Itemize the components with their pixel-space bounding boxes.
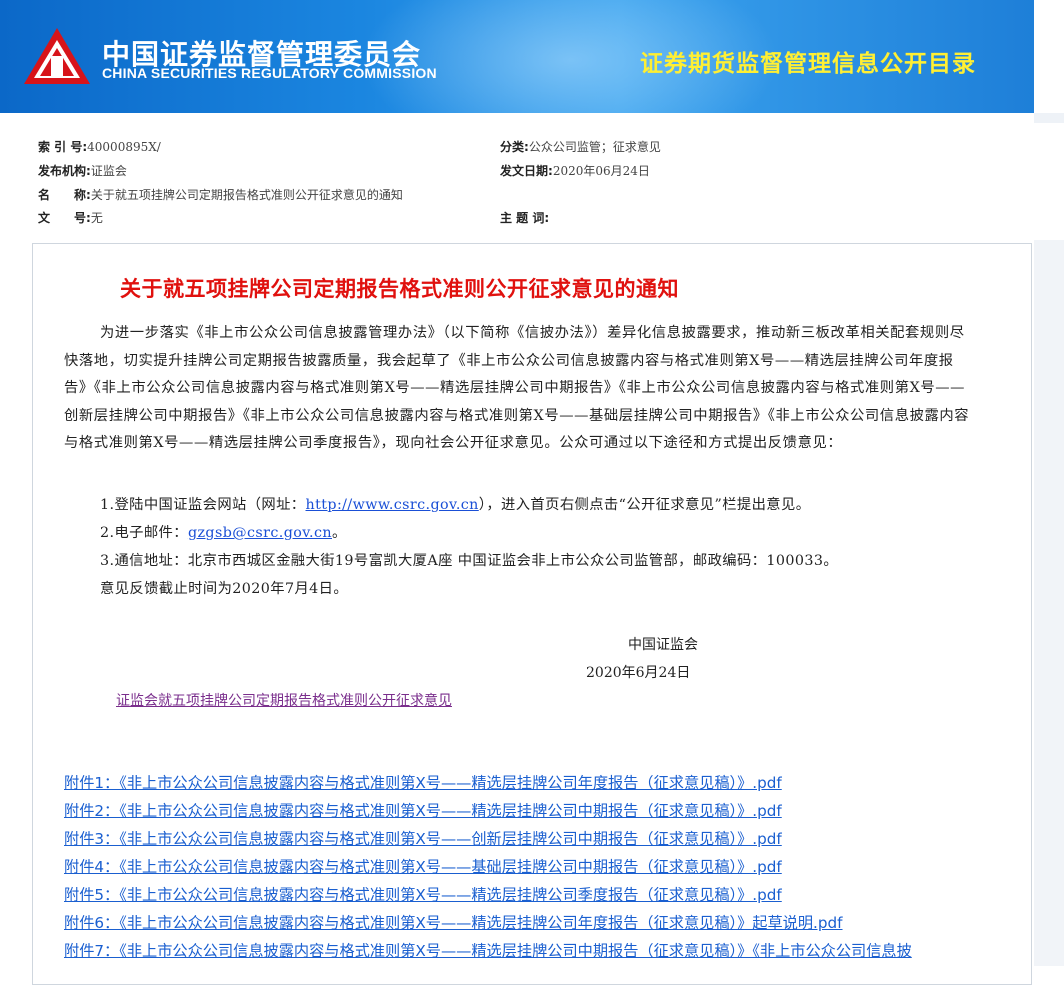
catalog-title: 证券期货监督管理信息公开目录 — [640, 51, 976, 77]
attachment-link-2[interactable]: 附件2：《非上市公众公司信息披露内容与格式准则第X号——精选层挂牌公司中期报告（… — [64, 799, 782, 821]
csrc-website-link[interactable]: http://www.csrc.gov.cn — [306, 497, 479, 513]
feedback-item-1-prefix: 1.登陆中国证监会网站（网址： — [100, 497, 306, 513]
feedback-item-2: 2.电子邮件：gzgsb@csrc.gov.cn。 — [100, 521, 347, 542]
meta-date-label: 发文日期: — [500, 164, 553, 178]
meta-date: 发文日期:2020年06月24日 — [500, 162, 650, 182]
side-strip-top — [1034, 113, 1064, 123]
sign-date: 2020年6月24日 — [586, 665, 691, 681]
email-link[interactable]: gzgsb@csrc.gov.cn — [188, 525, 332, 541]
meta-name-label: 名 称: — [38, 188, 91, 202]
meta-category-label: 分类: — [500, 140, 529, 154]
related-news-link[interactable]: 证监会就五项挂牌公司定期报告格式准则公开征求意见 — [116, 690, 452, 710]
feedback-item-2-prefix: 2.电子邮件： — [100, 525, 188, 541]
meta-index: 索 引 号:40000895X/ — [38, 138, 161, 158]
header-banner: 中国证券监督管理委员会 CHINA SECURITIES REGULATORY … — [0, 0, 1034, 113]
meta-docno-value: 无 — [90, 211, 103, 225]
meta-issuer-value: 证监会 — [90, 164, 127, 178]
meta-docno: 文 号:无 — [38, 209, 103, 229]
feedback-item-2-suffix: 。 — [332, 525, 347, 541]
article-paragraph: 为进一步落实《非上市公众公司信息披露管理办法》（以下简称《信披办法》）差异化信息… — [64, 325, 970, 452]
article-title: 关于就五项挂牌公司定期报告格式准则公开征求意见的通知 — [120, 277, 679, 301]
meta-category: 分类:公众公司监管；征求意见 — [500, 138, 661, 158]
meta-category-value: 公众公司监管；征求意见 — [528, 140, 661, 154]
meta-name-value: 关于就五项挂牌公司定期报告格式准则公开征求意见的通知 — [90, 188, 403, 202]
meta-docno-label: 文 号: — [38, 211, 91, 225]
feedback-item-1: 1.登陆中国证监会网站（网址：http://www.csrc.gov.cn），进… — [100, 493, 810, 514]
meta-keywords-label: 主 题 词: — [500, 211, 550, 225]
attachment-link-1[interactable]: 附件1：《非上市公众公司信息披露内容与格式准则第X号——精选层挂牌公司年度报告（… — [64, 771, 782, 793]
meta-name: 名 称:关于就五项挂牌公司定期报告格式准则公开征求意见的通知 — [38, 186, 403, 206]
csrc-emblem-icon — [24, 28, 90, 84]
attachment-link-5[interactable]: 附件5：《非上市公众公司信息披露内容与格式准则第X号——精选层挂牌公司季度报告（… — [64, 883, 782, 905]
feedback-deadline: 意见反馈截止时间为2020年7月4日。 — [100, 581, 349, 597]
meta-issuer-label: 发布机构: — [38, 164, 91, 178]
meta-issuer: 发布机构:证监会 — [38, 162, 127, 182]
attachment-link-3[interactable]: 附件3：《非上市公众公司信息披露内容与格式准则第X号——创新层挂牌公司中期报告（… — [64, 827, 782, 849]
meta-keywords: 主 题 词: — [500, 209, 549, 229]
meta-index-value: 40000895X/ — [87, 140, 161, 154]
attachment-link-7[interactable]: 附件7：《非上市公众公司信息披露内容与格式准则第X号——精选层挂牌公司中期报告（… — [64, 939, 912, 961]
right-side-strip — [1034, 0, 1064, 966]
org-name-en: CHINA SECURITIES REGULATORY COMMISSION — [102, 65, 437, 81]
side-strip-bottom — [1034, 240, 1064, 966]
meta-index-label: 索 引 号: — [38, 140, 88, 154]
attachment-link-6[interactable]: 附件6：《非上市公众公司信息披露内容与格式准则第X号——精选层挂牌公司年度报告（… — [64, 911, 843, 933]
feedback-item-1-suffix: ），进入首页右侧点击“公开征求意见”栏提出意见。 — [478, 497, 811, 513]
meta-date-value: 2020年06月24日 — [552, 164, 650, 178]
feedback-item-3: 3.通信地址：北京市西城区金融大街19号富凯大厦A座 中国证监会非上市公众公司监… — [100, 553, 839, 569]
signer: 中国证监会 — [628, 637, 698, 653]
attachment-link-4[interactable]: 附件4：《非上市公众公司信息披露内容与格式准则第X号——基础层挂牌公司中期报告（… — [64, 855, 782, 877]
